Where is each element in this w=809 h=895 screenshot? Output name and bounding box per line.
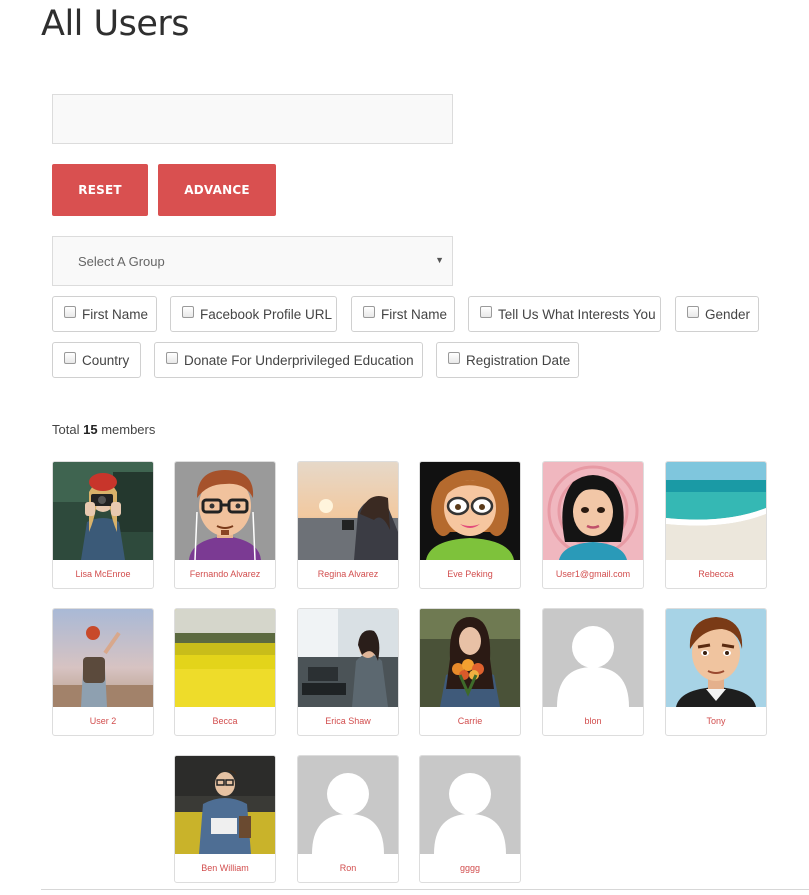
filter-donate[interactable]: Donate For Underprivileged Education xyxy=(154,342,423,378)
avatar xyxy=(666,462,766,560)
member-name[interactable]: Regina Alvarez xyxy=(298,560,398,588)
member-card[interactable]: Ben William xyxy=(174,755,276,883)
member-name[interactable]: Ron xyxy=(298,854,398,882)
member-card[interactable]: Becca xyxy=(174,608,276,736)
filter-label: Donate For Underprivileged Education xyxy=(184,352,414,368)
filter-first-name[interactable]: First Name xyxy=(52,296,157,332)
group-select[interactable]: Select A Group ▼ xyxy=(52,236,453,286)
page-title: All Users xyxy=(41,4,190,44)
checkbox[interactable] xyxy=(480,306,492,318)
avatar xyxy=(53,609,153,707)
filter-gender[interactable]: Gender xyxy=(675,296,759,332)
filter-label: Tell Us What Interests You xyxy=(498,306,656,322)
total-count: 15 xyxy=(83,422,98,437)
avatar xyxy=(53,462,153,560)
filter-label: Gender xyxy=(705,306,751,322)
member-name[interactable]: User 2 xyxy=(53,707,153,735)
filter-first-name-2[interactable]: First Name xyxy=(351,296,455,332)
member-card[interactable]: Tony xyxy=(665,608,767,736)
divider xyxy=(41,889,809,890)
checkbox[interactable] xyxy=(182,306,194,318)
avatar xyxy=(420,756,520,854)
filter-label: First Name xyxy=(381,306,448,322)
photo-beach-icon xyxy=(666,462,766,560)
photo-woman-laptop-icon xyxy=(298,609,398,707)
photo-woman-backpack-icon xyxy=(53,609,153,707)
avatar xyxy=(543,462,643,560)
avatar xyxy=(420,609,520,707)
filter-label: Facebook Profile URL xyxy=(200,306,333,322)
member-card[interactable]: Carrie xyxy=(419,608,521,736)
avatar xyxy=(298,756,398,854)
filter-label: Registration Date xyxy=(466,352,571,368)
photo-woman-camera-icon xyxy=(53,462,153,560)
checkbox[interactable] xyxy=(687,306,699,318)
member-card[interactable]: Rebecca xyxy=(665,461,767,589)
default-avatar-icon xyxy=(298,756,398,854)
avatar xyxy=(175,462,275,560)
filter-label: First Name xyxy=(82,306,149,322)
default-avatar-icon xyxy=(420,756,520,854)
checkbox[interactable] xyxy=(363,306,375,318)
member-name[interactable]: Fernando Alvarez xyxy=(175,560,275,588)
member-name[interactable]: Ben William xyxy=(175,854,275,882)
avatar xyxy=(666,609,766,707)
filter-label: Country xyxy=(82,352,130,368)
filter-registration-date[interactable]: Registration Date xyxy=(436,342,579,378)
group-select-value: Select A Group xyxy=(78,253,165,269)
checkbox[interactable] xyxy=(64,306,76,318)
member-card[interactable]: Regina Alvarez xyxy=(297,461,399,589)
cartoon-woman-dark-hair-icon xyxy=(543,462,643,560)
member-name[interactable]: Becca xyxy=(175,707,275,735)
photo-sunset-beach-icon xyxy=(298,462,398,560)
member-card[interactable]: Eve Peking xyxy=(419,461,521,589)
member-name[interactable]: gggg xyxy=(420,854,520,882)
member-card[interactable]: User1@gmail.com xyxy=(542,461,644,589)
avatar xyxy=(298,462,398,560)
photo-yellow-field-icon xyxy=(175,609,275,707)
cartoon-woman-glasses-icon xyxy=(420,462,520,560)
member-card[interactable]: Lisa McEnroe xyxy=(52,461,154,589)
filter-facebook-profile-url[interactable]: Facebook Profile URL xyxy=(170,296,337,332)
cartoon-man-glasses-icon xyxy=(175,462,275,560)
member-name[interactable]: User1@gmail.com xyxy=(543,560,643,588)
member-name[interactable]: Carrie xyxy=(420,707,520,735)
photo-woman-flowers-icon xyxy=(420,609,520,707)
member-name[interactable]: Rebecca xyxy=(666,560,766,588)
member-card[interactable]: blon xyxy=(542,608,644,736)
member-name[interactable]: blon xyxy=(543,707,643,735)
member-card[interactable]: gggg xyxy=(419,755,521,883)
default-avatar-icon xyxy=(543,609,643,707)
avatar xyxy=(543,609,643,707)
checkbox[interactable] xyxy=(64,352,76,364)
total-prefix: Total xyxy=(52,422,80,437)
filter-interests[interactable]: Tell Us What Interests You xyxy=(468,296,661,332)
member-card[interactable]: Ron xyxy=(297,755,399,883)
checkbox[interactable] xyxy=(166,352,178,364)
avatar xyxy=(175,609,275,707)
advance-button[interactable]: ADVANCE xyxy=(158,164,276,216)
avatar xyxy=(175,756,275,854)
avatar xyxy=(420,462,520,560)
reset-button[interactable]: RESET xyxy=(52,164,148,216)
cartoon-man-icon xyxy=(666,609,766,707)
photo-man-notebook-icon xyxy=(175,756,275,854)
member-name[interactable]: Tony xyxy=(666,707,766,735)
member-card[interactable]: User 2 xyxy=(52,608,154,736)
checkbox[interactable] xyxy=(448,352,460,364)
member-total: Total 15 members xyxy=(52,422,155,437)
member-name[interactable]: Eve Peking xyxy=(420,560,520,588)
search-input[interactable] xyxy=(52,94,453,144)
member-name[interactable]: Erica Shaw xyxy=(298,707,398,735)
member-card[interactable]: Erica Shaw xyxy=(297,608,399,736)
member-name[interactable]: Lisa McEnroe xyxy=(53,560,153,588)
filter-country[interactable]: Country xyxy=(52,342,141,378)
member-card[interactable]: Fernando Alvarez xyxy=(174,461,276,589)
total-suffix: members xyxy=(101,422,156,437)
caret-down-icon: ▼ xyxy=(435,255,444,265)
avatar xyxy=(298,609,398,707)
